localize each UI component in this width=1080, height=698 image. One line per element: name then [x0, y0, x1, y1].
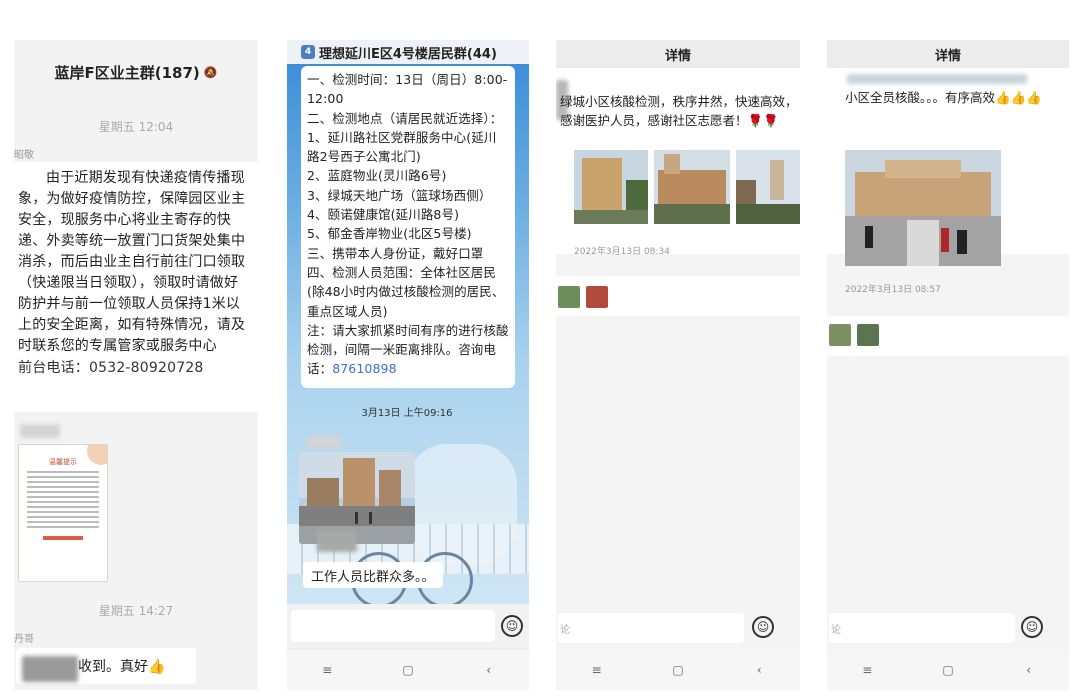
system-nav-bar: ≡ ▢ ‹: [556, 650, 800, 690]
back-icon[interactable]: ‹: [474, 663, 504, 677]
message-line: 1、延川路社区党群服务中心(延川路2号西子公寓北门): [307, 129, 497, 165]
liker-avatar[interactable]: [829, 324, 851, 346]
message-line: 5、郁金香岸物业(北区5号楼): [307, 226, 472, 242]
liker-avatar[interactable]: [558, 286, 580, 308]
phone-text: 前台电话：0532-80920728: [18, 360, 204, 376]
chat-header: 4 理想延川E区4号楼居民群(44): [287, 40, 529, 64]
detail-header: 详情: [556, 40, 800, 68]
home-icon[interactable]: ▢: [393, 663, 423, 677]
liker-avatar[interactable]: [857, 324, 879, 346]
menu-icon[interactable]: ≡: [582, 663, 612, 677]
message-bubble[interactable]: 一、检测时间：13日（周日）8:00-12:00 二、检测地点（请居民就近选择）…: [301, 66, 515, 388]
post-photo[interactable]: [845, 150, 1001, 266]
timestamp: 星期五 12:04: [98, 120, 174, 134]
message-bubble[interactable]: 工作人员比群众多。。: [303, 562, 443, 588]
message-line: 四、检测人员范围：全体社区居民(除48小时内做过核酸检测的居民、重点区域人员): [307, 264, 505, 319]
timestamp: 3月13日 上午09:16: [361, 408, 453, 419]
message-line: 2、蓝庭物业(灵川路6号): [307, 168, 447, 184]
comment-placeholder: 论: [560, 625, 570, 636]
chat-header: 蓝岸F区业主群(187) 🔕: [14, 40, 258, 104]
message-text: 由于近期发现有快递疫情传播现象，为做好疫情防控，保障园区业主安全，现服务中心将业…: [18, 170, 246, 354]
back-icon[interactable]: ‹: [1014, 663, 1044, 677]
blurred-name: [847, 74, 1027, 84]
sender-name: 昭敬: [14, 150, 34, 161]
smile-icon[interactable]: ☺: [1021, 616, 1043, 638]
menu-icon[interactable]: ≡: [312, 663, 342, 677]
post-timestamp: 2022年3月13日 08:57: [845, 285, 941, 295]
chat-title: 理想延川E区4号楼居民群(44): [319, 46, 497, 62]
smile-icon[interactable]: ☺: [752, 616, 774, 638]
sender-name: 丹哥: [14, 634, 34, 645]
message-bubble[interactable]: 由于近期发现有快递疫情传播现象，为做好疫情防控，保障园区业主安全，现服务中心将业…: [14, 162, 258, 412]
post-card: 绿城小区核酸检测，秩序井然，快速高效，感谢医护人员，感谢社区志愿者！🌹🌹 202…: [556, 68, 800, 257]
mute-bell-icon: 🔕: [203, 65, 218, 79]
chat-panel-2: 4 理想延川E区4号楼居民群(44) 一、检测时间：13日（周日）8:00-12…: [287, 40, 529, 690]
blurred-avatar: [317, 530, 357, 552]
home-icon[interactable]: ▢: [663, 663, 693, 677]
message-line: 3、绿城天地广场（篮球场西侧）: [307, 187, 492, 203]
message-text: 工作人员比群众多。。: [311, 569, 435, 585]
blurred-avatar: [20, 424, 60, 438]
post-timestamp: 2022年3月13日 08:34: [574, 247, 670, 257]
home-icon[interactable]: ▢: [933, 663, 963, 677]
smile-icon[interactable]: ☺: [501, 615, 523, 637]
reply-text: 收到。真好👍: [78, 659, 166, 675]
message-line: 三、携带本人身份证，戴好口罩: [307, 245, 484, 261]
comment-input[interactable]: 论: [558, 613, 744, 643]
system-nav-bar: ≡ ▢ ‹: [827, 650, 1069, 690]
likes-row: [556, 276, 800, 316]
post-text: 小区全员核酸。。。有序高效👍👍👍: [845, 90, 1042, 105]
blurred-avatar: [307, 436, 341, 448]
message-line: 4、颐诺健康馆(延川路8号): [307, 207, 460, 223]
comment-placeholder: 论: [831, 625, 841, 636]
system-nav-bar: ≡ ▢ ‹: [287, 650, 529, 690]
timestamp: 星期五 14:27: [98, 604, 174, 618]
message-input[interactable]: [291, 610, 495, 642]
message-line: 一、检测时间：13日（周日）8:00-12:00: [307, 72, 508, 107]
post-text: 绿城小区核酸检测，秩序井然，快速高效，感谢医护人员，感谢社区志愿者！🌹🌹: [560, 94, 798, 128]
detail-header: 详情: [827, 40, 1069, 68]
notice-image[interactable]: 温馨提示: [18, 444, 108, 582]
phone-link[interactable]: 87610898: [332, 361, 396, 376]
moments-panel-1: 详情 绿城小区核酸检测，秩序井然，快速高效，感谢医护人员，感谢社区志愿者！🌹🌹 …: [556, 40, 800, 690]
chat-title: 蓝岸F区业主群(187): [54, 63, 200, 82]
back-icon[interactable]: ‹: [744, 663, 774, 677]
menu-icon[interactable]: ≡: [852, 663, 882, 677]
moments-panel-2: 详情 小区全员核酸。。。有序高效👍👍👍 2022年3月13日 08:57 论 ☺…: [827, 40, 1069, 690]
comment-input[interactable]: 论: [829, 613, 1015, 643]
post-photo[interactable]: [654, 150, 730, 224]
blurred-avatar: [22, 656, 78, 682]
unread-badge: 4: [301, 45, 315, 59]
post-photo[interactable]: [736, 150, 800, 224]
post-photo[interactable]: [574, 150, 648, 224]
post-card: 小区全员核酸。。。有序高效👍👍👍 2022年3月13日 08:57: [827, 68, 1069, 295]
chat-panel-1: 蓝岸F区业主群(187) 🔕 星期五 12:04 昭敬 由于近期发现有快递疫情传…: [14, 40, 258, 690]
message-line: 二、检测地点（请居民就近选择）：: [307, 110, 503, 126]
liker-avatar[interactable]: [586, 286, 608, 308]
likes-row: [827, 316, 1069, 356]
